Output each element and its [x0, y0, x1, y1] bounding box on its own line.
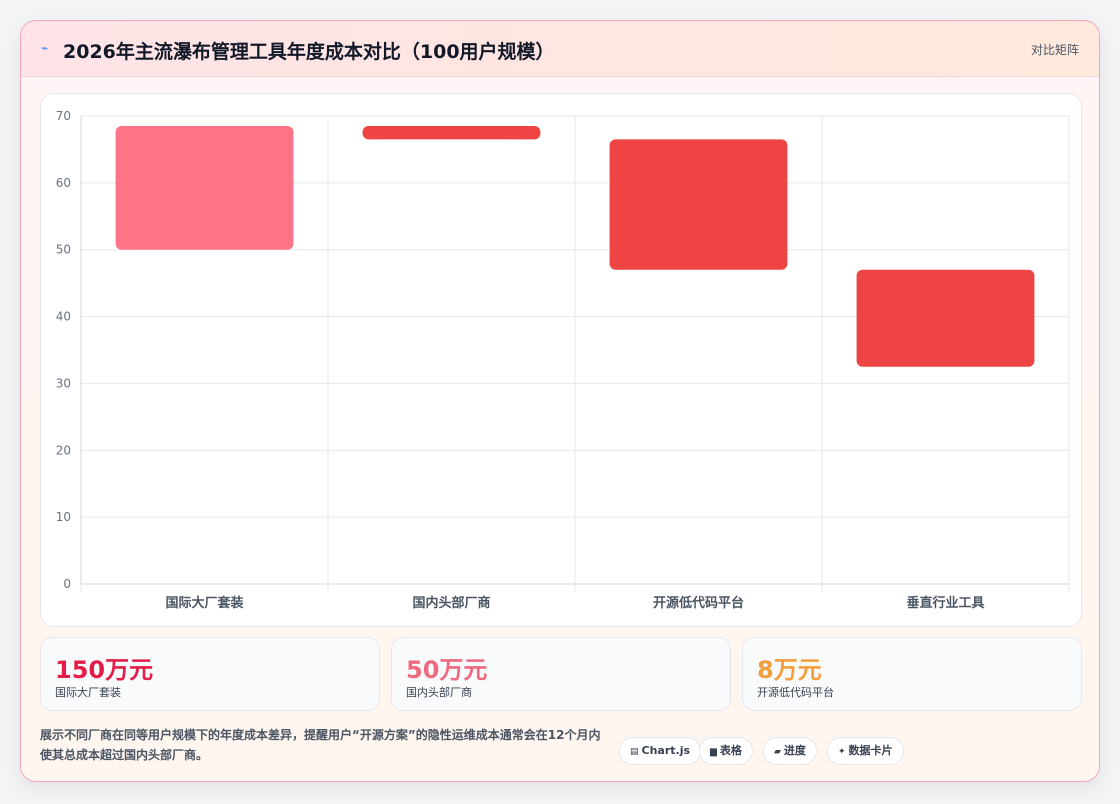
matrix-badge[interactable]: 对比矩阵 [1031, 41, 1079, 58]
x-tick-label: 国际大厂套装 [165, 595, 243, 611]
stat-card-international: 150万元 国际大厂套装 [40, 637, 380, 711]
page-title: 2026年主流瀑布管理工具年度成本对比（100用户规模） [63, 41, 555, 63]
bar [115, 126, 294, 250]
y-tick-label: 0 [63, 577, 71, 591]
chart-container: 0 10 20 30 40 50 60 70 国际大厂套装 国内头部厂商 开源低代码平台 垂直行业工具 [40, 93, 1082, 627]
tag-chartjs[interactable]: ▤ Chart.js [619, 737, 702, 765]
y-tick-label: 40 [56, 310, 71, 324]
tag-label: 进度 [783, 744, 806, 757]
stats-row: 150万元 国际大厂套装 50万元 国内头部厂商 8万元 开源低代码平台 [40, 637, 1082, 711]
progress-icon: ▰ [774, 747, 781, 757]
tag-label: 数据卡片 [848, 744, 893, 757]
x-tick-label: 垂直行业工具 [906, 595, 984, 611]
bar [609, 139, 788, 270]
tag-table[interactable]: ▆ 表格 [699, 737, 753, 765]
bar [362, 126, 541, 140]
tag-label: Chart.js [641, 744, 691, 757]
y-tick-label: 30 [56, 376, 71, 390]
stat-value: 50万元 [406, 656, 488, 684]
stat-label: 开源低代码平台 [757, 686, 834, 699]
tag-data-card[interactable]: ✦ 数据卡片 [827, 737, 904, 765]
stat-card-opensource: 8万元 开源低代码平台 [742, 637, 1082, 711]
stat-value: 8万元 [757, 656, 822, 684]
card-header: ⌁ 2026年主流瀑布管理工具年度成本对比（100用户规模） 对比矩阵 [21, 21, 1099, 77]
y-tick-label: 10 [56, 510, 71, 524]
chart-card: ⌁ 2026年主流瀑布管理工具年度成本对比（100用户规模） 对比矩阵 0 10 2… [20, 20, 1100, 782]
stat-card-domestic: 50万元 国内头部厂商 [391, 637, 731, 711]
stat-label: 国际大厂套装 [55, 686, 121, 699]
y-tick-label: 70 [56, 109, 71, 123]
table-icon: ▆ [710, 747, 717, 757]
x-tick-label: 开源低代码平台 [653, 595, 744, 611]
chart-icon: ▤ [630, 747, 639, 757]
stat-value: 150万元 [55, 656, 154, 684]
y-tick-label: 60 [56, 176, 71, 190]
stat-label: 国内头部厂商 [406, 686, 472, 699]
tag-label: 表格 [719, 744, 742, 757]
footer-note: 展示不同厂商在同等用户规模下的年度成本差异，提醒用户“开源方案”的隐性运维成本通… [40, 728, 601, 762]
tag-progress[interactable]: ▰ 进度 [763, 737, 817, 765]
y-tick-label: 20 [56, 443, 71, 457]
y-tick-label: 50 [56, 243, 71, 257]
floating-bar-chart: 0 10 20 30 40 50 60 70 国际大厂套装 国内头部厂商 开源低代码平台 垂直行业工具 [56, 109, 1070, 611]
x-tick-label: 国内头部厂商 [412, 595, 490, 611]
sparkle-icon: ✦ [838, 747, 846, 757]
bolt-icon: ⌁ [41, 41, 49, 55]
bar [856, 269, 1035, 367]
